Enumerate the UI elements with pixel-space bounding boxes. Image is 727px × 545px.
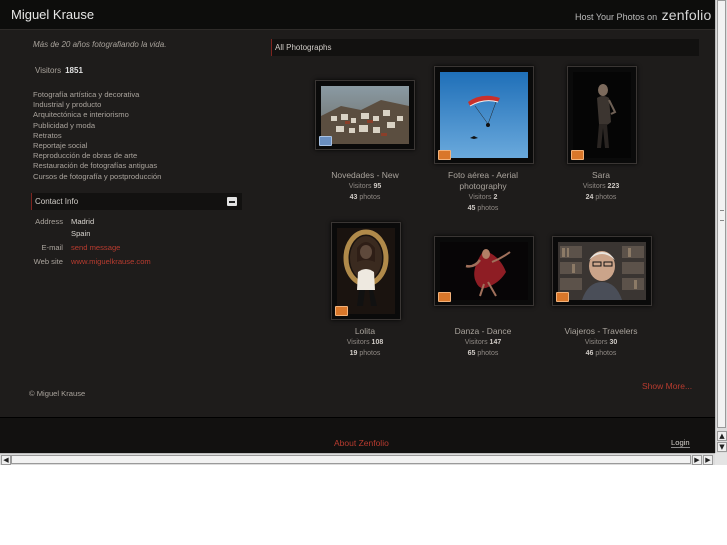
footer: About Zenfolio Login (0, 417, 715, 453)
grip-icon (720, 210, 724, 221)
thumbnail-image (573, 72, 631, 158)
thumbnail-image (321, 86, 409, 144)
thumbnail-image (440, 242, 528, 300)
gallery-type-icon (556, 292, 569, 302)
gallery-visitors: Visitors 147 (464, 339, 502, 346)
host-text: Host Your Photos on (575, 12, 658, 22)
address-line-2: Spain (71, 229, 91, 238)
gallery-type-icon (438, 150, 451, 160)
contact-info-header: Contact Info (31, 193, 242, 210)
gallery-title[interactable]: Viajeros - Travelers (546, 326, 656, 337)
category-link[interactable]: Reportaje social (33, 141, 161, 151)
gallery-thumbnail-danza[interactable] (434, 236, 534, 306)
gallery-thumbnail-lolita[interactable] (331, 222, 401, 320)
website-link[interactable]: www.miguelkrause.com (71, 257, 151, 266)
scrollbar-corner (715, 453, 727, 465)
gallery-type-icon (438, 292, 451, 302)
scroll-down-icon[interactable]: ▼ (717, 442, 727, 452)
zenfolio-logo: zenfolio (661, 7, 712, 23)
address-label: Address (35, 217, 63, 226)
gallery-photos: 46 photos (585, 350, 617, 357)
send-message-link[interactable]: send message (71, 243, 120, 252)
scroll-left-icon[interactable]: ◀ (1, 455, 11, 465)
about-zenfolio-link[interactable]: About Zenfolio (334, 438, 389, 448)
category-link[interactable]: Reproducción de obras de arte (33, 151, 161, 161)
category-link[interactable]: Cursos de fotografía y postproducción (33, 172, 161, 182)
all-photographs-title: All Photographs (275, 43, 332, 52)
gallery-title[interactable]: Foto aérea - Aerial photography (428, 170, 538, 192)
website-label: Web site (33, 257, 63, 266)
gallery-thumbnail-novedades[interactable] (315, 80, 415, 150)
category-link[interactable]: Industrial y producto (33, 100, 161, 110)
gallery-visitors: Visitors 108 (346, 339, 384, 346)
gallery-thumbnail-sara[interactable] (567, 66, 637, 164)
gallery-photos: 43 photos (349, 194, 381, 201)
scroll-right-icon[interactable]: ▶ (692, 455, 702, 465)
contact-info-title: Contact Info (35, 197, 79, 206)
login-link[interactable]: Login (671, 438, 690, 448)
gallery-type-icon (319, 136, 332, 146)
vertical-scroll-thumb[interactable] (717, 0, 726, 428)
visitors-label: Visitors (35, 66, 62, 75)
horizontal-scroll-thumb[interactable] (11, 455, 691, 464)
email-label: E-mail (41, 243, 63, 252)
gallery-title[interactable]: Lolita (310, 326, 420, 337)
category-link[interactable]: Arquitectónica e interiorismo (33, 110, 161, 120)
zenfolio-host-link[interactable]: Host Your Photos on zenfolio » (575, 7, 715, 23)
thumbnail-image (337, 228, 395, 314)
gallery-visitors: Visitors 30 (584, 339, 618, 346)
top-bar: Miguel Krause Host Your Photos on zenfol… (0, 0, 715, 30)
category-link[interactable]: Restauración de fotografías antiguas (33, 161, 161, 171)
horizontal-scrollbar[interactable]: ◀ ▶ ▶ (0, 453, 715, 465)
address-line-1: Madrid (71, 217, 95, 226)
gallery-photos: 24 photos (585, 194, 617, 201)
gallery-title[interactable]: Novedades - New (310, 170, 420, 181)
scroll-up-icon[interactable]: ▲ (717, 431, 727, 441)
gallery-title[interactable]: Sara (546, 170, 656, 181)
gallery-photos: 45 photos (467, 205, 499, 212)
gallery-thumbnail-foto-aerea[interactable] (434, 66, 534, 164)
site-tagline: Más de 20 años fotografiando la vida. (33, 40, 167, 49)
gallery-title[interactable]: Danza - Dance (428, 326, 538, 337)
gallery-type-icon (335, 306, 348, 316)
copyright: © Miguel Krause (29, 389, 86, 398)
thumbnail-image (558, 242, 646, 300)
gallery-visitors: Visitors 2 (468, 194, 498, 201)
page-viewport: Miguel Krause Host Your Photos on zenfol… (0, 0, 715, 453)
category-list: Fotografía artística y decorativa Indust… (33, 90, 161, 182)
site-visitors: Visitors 1851 (35, 66, 83, 75)
gallery-type-icon (571, 150, 584, 160)
category-link[interactable]: Retratos (33, 131, 161, 141)
scroll-right-icon[interactable]: ▶ (703, 455, 713, 465)
category-link[interactable]: Fotografía artística y decorativa (33, 90, 161, 100)
visitors-count: 1851 (65, 66, 83, 75)
category-link[interactable]: Publicidad y moda (33, 121, 161, 131)
gallery-photos: 19 photos (349, 350, 381, 357)
vertical-scrollbar[interactable]: ▲ ▼ (715, 0, 727, 453)
gallery-thumbnail-viajeros[interactable] (552, 236, 652, 306)
gallery-visitors: Visitors 95 (348, 183, 382, 190)
all-photographs-header: All Photographs (271, 39, 699, 56)
collapse-minus-icon[interactable] (227, 197, 237, 206)
gallery-photos: 65 photos (467, 350, 499, 357)
gallery-visitors: Visitors 223 (582, 183, 620, 190)
thumbnail-image (440, 72, 528, 158)
site-title[interactable]: Miguel Krause (11, 7, 94, 22)
show-more-link[interactable]: Show More... (642, 381, 692, 391)
